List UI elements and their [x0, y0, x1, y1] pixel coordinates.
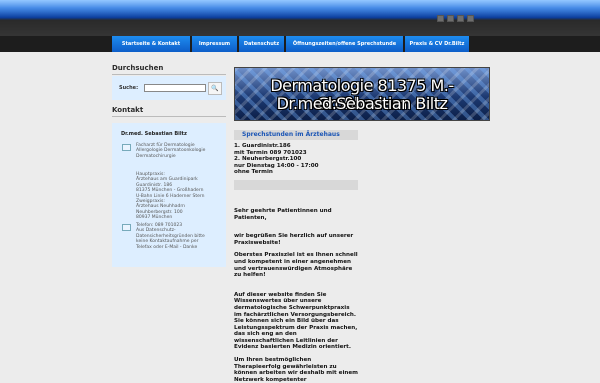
phone-icon: [122, 224, 131, 231]
search-icon: 🔍: [211, 85, 219, 92]
grid-icon[interactable]: [437, 15, 444, 22]
nav-item-oeffnungszeiten[interactable]: Öffnungszeiten/offene Sprechstunde: [286, 36, 405, 52]
grid-icon[interactable]: [447, 15, 454, 22]
divider: [112, 74, 226, 75]
divider-bar: [234, 179, 358, 190]
header-icons: [437, 15, 474, 22]
goal-text: Oberstes Praxisziel ist es Ihnen schnell…: [234, 252, 358, 279]
contact-panel: Dr.med. Sebastian Biltz Facharzt für Der…: [112, 123, 226, 267]
contact-phone: Telefon: 089 701023 Aus Datenschutz- Dat…: [136, 223, 205, 250]
hours-list: 1. Guardinistr.186 mit Termin 089 701023…: [234, 143, 358, 176]
search-title: Durchsuchen: [112, 64, 164, 72]
nav-item-startseite[interactable]: Startseite & Kontakt: [112, 36, 192, 52]
nav-item-praxis-cv[interactable]: Praxis & CV Dr.Biltz: [405, 36, 471, 52]
search-panel: Suche: 🔍: [112, 76, 226, 100]
search-button[interactable]: 🔍: [208, 82, 222, 95]
hours-line: mit Termin 089 701023: [234, 149, 307, 156]
banner-subtitle: Dr.med.Sebastian Biltz: [276, 94, 448, 113]
search-input[interactable]: [144, 84, 206, 92]
hours-line: nur Dienstag 14:00 - 17:00: [234, 162, 319, 169]
hours-line: 2. Neuherbergstr.100: [234, 156, 302, 163]
greeting-text: Sehr geehrte Patientinnen und Patienten,: [234, 207, 332, 221]
nav-item-datenschutz[interactable]: Datenschutz: [239, 36, 286, 52]
sidebar: Durchsuchen Suche: 🔍 Kontakt Dr.med. Seb…: [112, 62, 226, 267]
contact-specialty: Facharzt für Dermatologie Allergologie D…: [136, 143, 206, 159]
grid-icon[interactable]: [467, 15, 474, 22]
hours-heading: Sprechstunden im Ärztehaus: [234, 130, 358, 140]
kontakt-title: Kontakt: [112, 106, 144, 114]
header-gloss: [0, 0, 600, 18]
info-text: Auf dieser website finden Sie Wissenswer…: [234, 291, 358, 351]
header-banner: Dermatologie 81375 M.-Großhadern Dr.med.…: [234, 67, 490, 121]
main-nav: Startseite & Kontakt Impressum Datenschu…: [112, 36, 471, 52]
divider: [112, 116, 226, 117]
nav-item-impressum[interactable]: Impressum: [192, 36, 239, 52]
grid-icon[interactable]: [457, 15, 464, 22]
search-label: Suche:: [119, 85, 139, 91]
hours-line: 1. Guardinistr.186: [234, 143, 291, 149]
info-icon: [122, 144, 131, 151]
main-content: Sprechstunden im Ärztehaus 1. Guardinist…: [234, 130, 358, 383]
therapy-text: Um Ihren bestmöglichen Therapieerfolg ge…: [234, 357, 358, 383]
contact-name: Dr.med. Sebastian Biltz: [121, 131, 187, 137]
contact-address: Hauptpraxis: Ärztehaus am Guardinipark G…: [136, 172, 205, 221]
welcome-text: wir begrüßen Sie herzlich auf unserer Pr…: [234, 233, 354, 246]
hours-line: ohne Termin: [234, 169, 273, 176]
